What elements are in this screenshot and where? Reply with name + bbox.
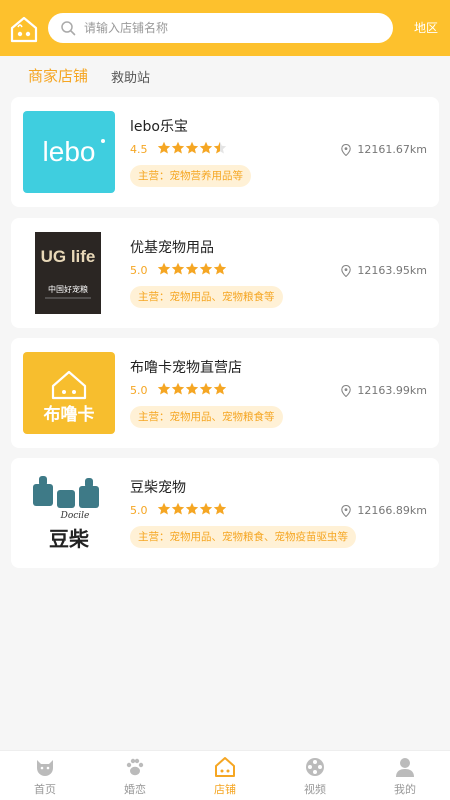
star-rating: [157, 382, 227, 396]
distance-text: 12163.95km: [357, 264, 427, 277]
star-icon: [185, 141, 199, 154]
svg-text:豆柴: 豆柴: [49, 527, 90, 551]
location-pin-icon: [341, 264, 352, 277]
distance-text: 12166.89km: [357, 504, 427, 517]
nav-label: 视频: [304, 783, 326, 796]
store-name: lebo乐宝: [130, 119, 188, 135]
star-icon: [199, 141, 213, 154]
search-icon: [61, 21, 76, 36]
location-pin-icon: [341, 384, 352, 397]
tab-rescue-stations[interactable]: 救助站: [111, 67, 150, 86]
star-icon: [199, 382, 213, 395]
star-icon: [171, 262, 185, 275]
main-business-tag: 主营：宠物用品、宠物粮食、宠物疫苗驱虫等: [130, 526, 356, 548]
svg-text:UG life: UG life: [41, 247, 96, 266]
search-input[interactable]: [84, 13, 384, 43]
rating-value: 4.5: [130, 143, 148, 156]
store-card[interactable]: Docile 豆柴 豆柴宠物 5.0 12166.89km 主营：宠物用品、宠物…: [11, 458, 439, 568]
search-box[interactable]: [48, 13, 393, 43]
bottom-navigation: 首页 婚恋 店铺 视频 我的: [0, 750, 450, 800]
star-icon: [157, 382, 171, 395]
store-name: 优基宠物用品: [130, 240, 214, 256]
category-tabs: 商家店铺 救助站: [0, 56, 450, 96]
rating-value: 5.0: [130, 504, 148, 517]
star-icon: [171, 382, 185, 395]
star-icon: [171, 502, 185, 515]
nav-dating[interactable]: 婚恋: [90, 751, 180, 800]
location-pin-icon: [341, 143, 352, 156]
user-icon: [396, 758, 414, 777]
main-business-tag: 主营：宠物用品、宠物粮食等: [130, 406, 283, 428]
store-card[interactable]: lebo lebo乐宝 4.5 12161.67km 主营：宠物营养用品等: [11, 97, 439, 207]
nav-home[interactable]: 首页: [0, 751, 90, 800]
top-bar: 地区: [0, 0, 450, 56]
store-name: 布噜卡宠物直营店: [130, 360, 242, 376]
dog-head-icon: [37, 760, 53, 776]
store-logo-image: Docile 豆柴: [23, 472, 115, 554]
store-logo-image: 布噜卡: [23, 352, 115, 434]
star-rating: [157, 502, 227, 516]
location-pin-icon: [341, 504, 352, 517]
star-icon: [185, 262, 199, 275]
svg-text:Docile: Docile: [60, 511, 90, 521]
distance-text: 12161.67km: [357, 143, 427, 156]
star-icon: [185, 502, 199, 515]
star-icon: [213, 502, 227, 515]
star-icon: [157, 262, 171, 275]
tab-merchant-stores[interactable]: 商家店铺: [28, 65, 88, 86]
star-icon: [185, 382, 199, 395]
distance-text: 12163.99km: [357, 384, 427, 397]
nav-store[interactable]: 店铺: [180, 751, 270, 800]
star-icon: [157, 502, 171, 515]
store-card[interactable]: UG life 中国好宠粮 优基宠物用品 5.0 12163.95km 主营：宠…: [11, 218, 439, 328]
star-icon: [213, 141, 227, 154]
store-logo-image: lebo: [23, 111, 115, 193]
main-business-tag: 主营：宠物营养用品等: [130, 165, 251, 187]
star-icon: [213, 262, 227, 275]
store-name: 豆柴宠物: [130, 480, 186, 496]
svg-text:lebo: lebo: [43, 136, 96, 167]
nav-label: 店铺: [214, 783, 236, 796]
star-icon: [213, 382, 227, 395]
distance-info: 12163.95km: [341, 264, 427, 277]
star-icon: [171, 141, 185, 154]
svg-text:中国好宠粮: 中国好宠粮: [48, 284, 88, 294]
star-rating: [157, 141, 227, 155]
nav-video[interactable]: 视频: [270, 751, 360, 800]
main-business-tag: 主营：宠物用品、宠物粮食等: [130, 286, 283, 308]
distance-info: 12161.67km: [341, 143, 427, 156]
home-logo-icon[interactable]: [9, 14, 39, 44]
region-button[interactable]: 地区: [414, 19, 438, 36]
store-card[interactable]: 布噜卡 布噜卡宠物直营店 5.0 12163.99km 主营：宠物用品、宠物粮食…: [11, 338, 439, 448]
star-rating: [157, 262, 227, 276]
star-icon: [157, 141, 171, 154]
star-icon: [199, 262, 213, 275]
distance-info: 12166.89km: [341, 504, 427, 517]
nav-profile[interactable]: 我的: [360, 751, 450, 800]
film-reel-icon: [306, 758, 324, 776]
svg-text:布噜卡: 布噜卡: [44, 404, 95, 425]
store-logo-image: UG life 中国好宠粮: [23, 232, 115, 314]
nav-label: 首页: [34, 783, 56, 796]
nav-label: 婚恋: [124, 783, 146, 796]
rating-value: 5.0: [130, 264, 148, 277]
rating-value: 5.0: [130, 384, 148, 397]
distance-info: 12163.99km: [341, 384, 427, 397]
store-house-icon: [215, 757, 235, 777]
paw-icon: [126, 758, 144, 776]
star-icon: [199, 502, 213, 515]
nav-label: 我的: [394, 783, 416, 796]
